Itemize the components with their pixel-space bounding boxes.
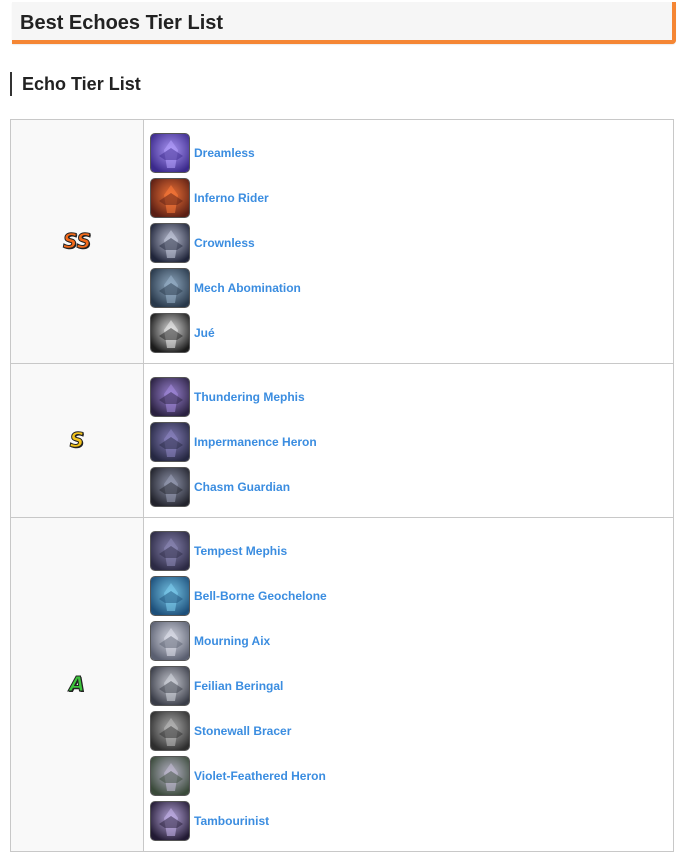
mech-abomination-icon[interactable] bbox=[150, 267, 190, 308]
echo-link[interactable]: Jué bbox=[194, 326, 215, 340]
echo-list-item: Impermanence Heron bbox=[150, 419, 673, 464]
tambourinist-icon[interactable] bbox=[150, 800, 190, 841]
feilian-beringal-icon[interactable] bbox=[150, 665, 190, 706]
echo-link[interactable]: Thundering Mephis bbox=[194, 390, 305, 404]
echo-list-item: Dreamless bbox=[150, 130, 673, 175]
echo-link[interactable]: Dreamless bbox=[194, 146, 255, 160]
jue-icon[interactable] bbox=[150, 312, 190, 353]
echo-link[interactable]: Feilian Beringal bbox=[194, 679, 283, 693]
echo-list-item: Tempest Mephis bbox=[150, 528, 673, 573]
echo-link[interactable]: Mech Abomination bbox=[194, 281, 301, 295]
echo-list-item: Feilian Beringal bbox=[150, 663, 673, 708]
echo-link[interactable]: Chasm Guardian bbox=[194, 480, 290, 494]
echo-link[interactable]: Mourning Aix bbox=[194, 634, 270, 648]
mourning-aix-icon[interactable] bbox=[150, 620, 190, 661]
thundering-mephis-icon[interactable] bbox=[150, 376, 190, 417]
echo-list-item: Mourning Aix bbox=[150, 618, 673, 663]
impermanence-heron-icon[interactable] bbox=[150, 421, 190, 462]
echo-link[interactable]: Bell-Borne Geochelone bbox=[194, 589, 327, 603]
tier-label-cell: SS bbox=[10, 119, 144, 364]
chasm-guardian-icon[interactable] bbox=[150, 466, 190, 507]
bell-borne-geochelone-icon[interactable] bbox=[150, 575, 190, 616]
page-header: Best Echoes Tier List bbox=[12, 2, 676, 44]
echo-list-item: Violet-Feathered Heron bbox=[150, 753, 673, 798]
echo-link[interactable]: Violet-Feathered Heron bbox=[194, 769, 326, 783]
crownless-icon[interactable] bbox=[150, 222, 190, 263]
tier-label-cell: S bbox=[10, 363, 144, 518]
echo-list-item: Tambourinist bbox=[150, 798, 673, 843]
echo-list-item: Mech Abomination bbox=[150, 265, 673, 310]
tempest-mephis-icon[interactable] bbox=[150, 530, 190, 571]
tier-badge-s: S bbox=[69, 428, 85, 452]
echo-link[interactable]: Stonewall Bracer bbox=[194, 724, 291, 738]
tier-badge-ss: SS bbox=[62, 229, 92, 253]
echo-list-item: Bell-Borne Geochelone bbox=[150, 573, 673, 618]
echo-link[interactable]: Impermanence Heron bbox=[194, 435, 317, 449]
tier-table: SS Dreamless Inferno Rider Crownless Mech Ab… bbox=[10, 119, 674, 852]
echo-link[interactable]: Crownless bbox=[194, 236, 255, 250]
stonewall-bracer-icon[interactable] bbox=[150, 710, 190, 751]
echo-link[interactable]: Inferno Rider bbox=[194, 191, 269, 205]
tier-label-cell: A bbox=[10, 517, 144, 852]
tier-row-s: S Thundering Mephis Impermanence Heron Chas… bbox=[10, 363, 674, 518]
tier-row-ss: SS Dreamless Inferno Rider Crownless Mech Ab… bbox=[10, 119, 674, 364]
echo-list-item: Stonewall Bracer bbox=[150, 708, 673, 753]
tier-echo-list: Tempest Mephis Bell-Borne Geochelone Mourn… bbox=[143, 517, 674, 852]
echo-link[interactable]: Tambourinist bbox=[194, 814, 269, 828]
tier-row-a: A Tempest Mephis Bell-Borne Geochelone Mour… bbox=[10, 517, 674, 852]
echo-link[interactable]: Tempest Mephis bbox=[194, 544, 287, 558]
echo-list-item: Thundering Mephis bbox=[150, 374, 673, 419]
echo-list-item: Inferno Rider bbox=[150, 175, 673, 220]
violet-feathered-heron-icon[interactable] bbox=[150, 755, 190, 796]
echo-list-item: Jué bbox=[150, 310, 673, 355]
tier-table-body: SS Dreamless Inferno Rider Crownless Mech Ab… bbox=[10, 119, 674, 852]
page-title: Best Echoes Tier List bbox=[20, 12, 224, 34]
echo-list-item: Crownless bbox=[150, 220, 673, 265]
tier-echo-list: Dreamless Inferno Rider Crownless Mech Abom… bbox=[143, 119, 674, 364]
section-title: Echo Tier List bbox=[10, 72, 141, 96]
tier-echo-list: Thundering Mephis Impermanence Heron Chasm… bbox=[143, 363, 674, 518]
inferno-rider-icon[interactable] bbox=[150, 177, 190, 218]
echo-list-item: Chasm Guardian bbox=[150, 464, 673, 509]
dreamless-icon[interactable] bbox=[150, 132, 190, 173]
tier-badge-a: A bbox=[69, 672, 86, 696]
